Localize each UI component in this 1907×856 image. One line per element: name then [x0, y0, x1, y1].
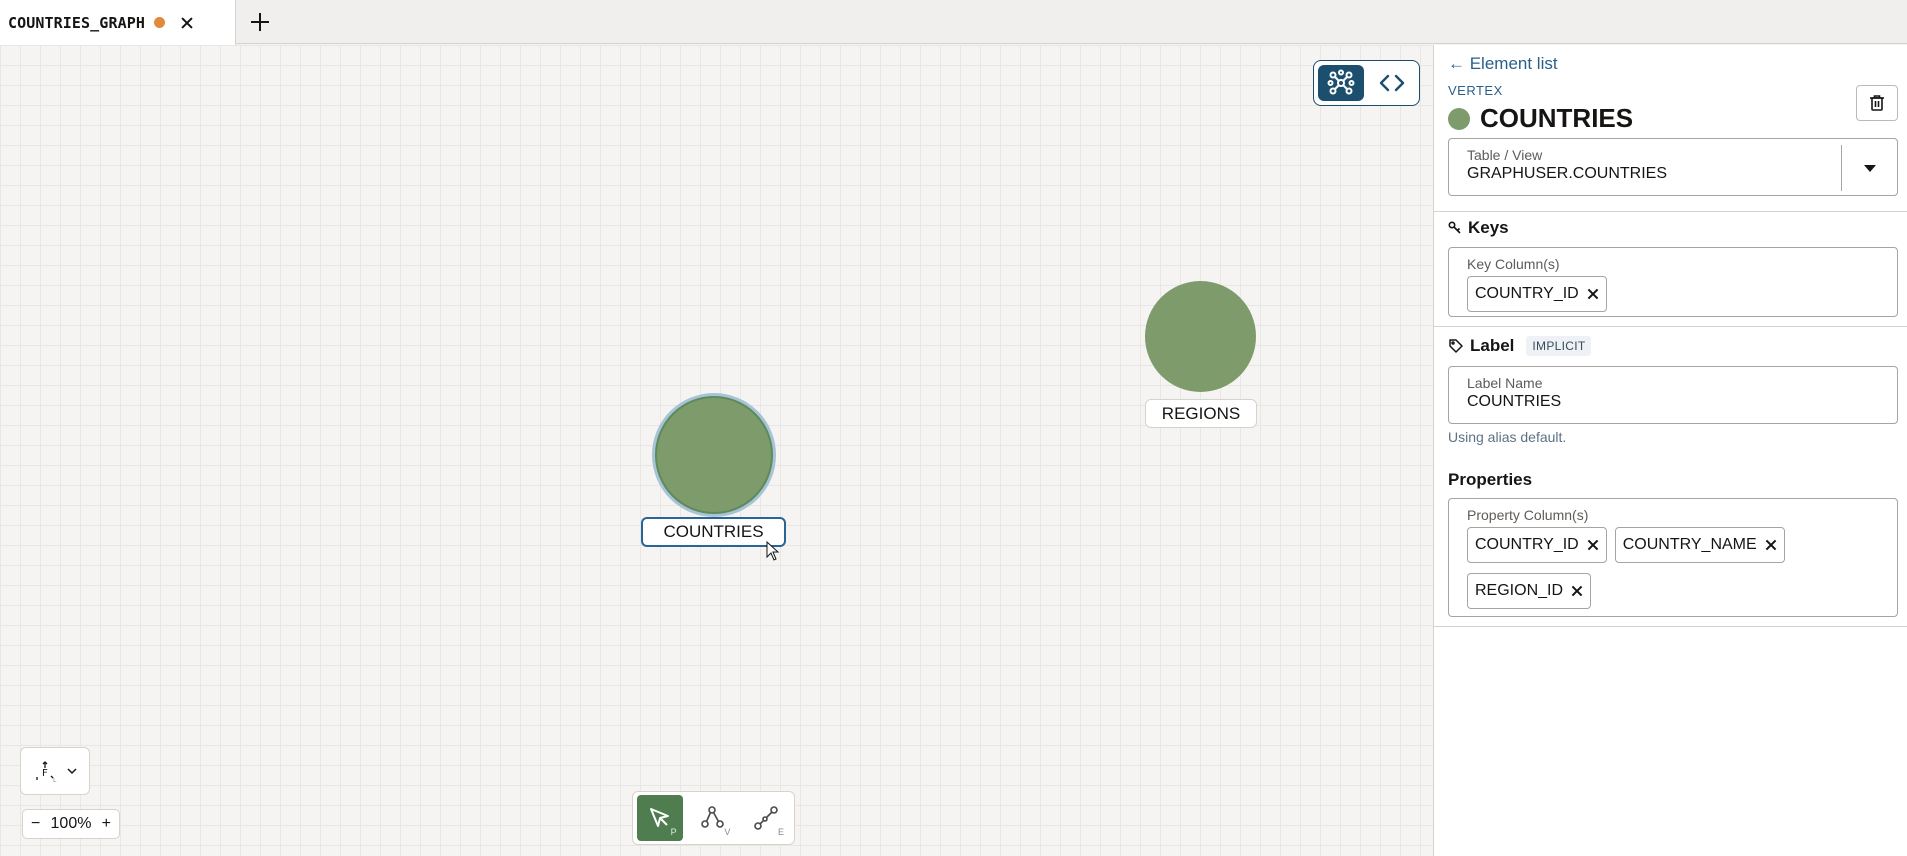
zoom-out-button[interactable]: −: [31, 815, 40, 833]
graph-network-icon: [1327, 69, 1355, 95]
label-name-label: Label Name: [1467, 375, 1543, 391]
remove-chip-icon[interactable]: [1587, 539, 1599, 551]
vertex-regions[interactable]: [1145, 281, 1256, 392]
vertex-label-regions[interactable]: REGIONS: [1145, 399, 1257, 428]
zoom-level: 100%: [50, 815, 92, 832]
divider: [1434, 626, 1907, 627]
vertex-shortcut: V: [724, 827, 731, 837]
vertex-tool-button[interactable]: V: [691, 795, 737, 841]
property-columns-chips: COUNTRY_ID COUNTRY_NAME REGION_ID: [1467, 527, 1887, 609]
label-heading: Label IMPLICIT: [1448, 336, 1592, 356]
svg-text:F: F: [42, 768, 48, 779]
zoom-control: − 100% +: [22, 809, 120, 839]
property-chip-country-id: COUNTRY_ID: [1467, 527, 1607, 563]
layout-menu-button[interactable]: F L: [20, 747, 90, 795]
key-chip-country-id: COUNTRY_ID: [1467, 276, 1607, 312]
label-hint: Using alias default.: [1448, 429, 1567, 445]
svg-text:L: L: [53, 777, 57, 783]
tab-title: COUNTRIES_GRAPH: [8, 13, 145, 32]
key-icon: [1448, 221, 1461, 234]
properties-heading: Properties: [1448, 470, 1532, 490]
key-columns-field[interactable]: Key Column(s) COUNTRY_ID: [1448, 247, 1898, 317]
graph-view-button[interactable]: [1318, 65, 1364, 101]
divider: [1434, 326, 1907, 327]
label-name-value: COUNTRIES: [1467, 393, 1562, 410]
chevron-down-icon: [67, 768, 77, 775]
delete-element-button[interactable]: [1856, 85, 1898, 121]
edit-toolbar: P V E: [632, 791, 795, 845]
code-view-button[interactable]: [1370, 65, 1416, 101]
key-columns-label: Key Column(s): [1467, 256, 1560, 272]
tab-countries-graph[interactable]: COUNTRIES_GRAPH: [0, 0, 236, 45]
mouse-pointer-icon: [766, 541, 780, 561]
add-edge-icon: [754, 806, 778, 830]
vertex-color-icon: [1448, 107, 1470, 130]
label-name-field[interactable]: Label Name COUNTRIES: [1448, 366, 1898, 424]
graph-canvas[interactable]: COUNTRIES REGIONS F L − 100% + P V E: [0, 45, 1433, 856]
element-list-link[interactable]: ← Element list: [1448, 54, 1558, 74]
property-chip-region-id: REGION_ID: [1467, 573, 1592, 609]
remove-chip-icon[interactable]: [1765, 539, 1777, 551]
pointer-shortcut: P: [670, 827, 677, 837]
new-tab-button[interactable]: [248, 10, 272, 34]
caret-down-icon: [1863, 164, 1876, 172]
zoom-in-button[interactable]: +: [102, 815, 111, 833]
property-columns-label: Property Column(s): [1467, 507, 1589, 523]
pointer-icon: [649, 808, 669, 827]
keys-heading: Keys: [1448, 218, 1509, 238]
unsaved-indicator-icon: [153, 17, 165, 28]
property-chip-country-name: COUNTRY_NAME: [1614, 527, 1785, 563]
chip-label: COUNTRY_ID: [1475, 536, 1579, 553]
chip-label: COUNTRY_ID: [1475, 285, 1579, 302]
label-heading-text: Label: [1470, 336, 1515, 355]
implicit-badge: IMPLICIT: [1526, 336, 1592, 356]
table-view-dropdown-button[interactable]: [1841, 145, 1897, 191]
element-name: COUNTRIES: [1480, 103, 1634, 133]
table-view-select[interactable]: Table / View GRAPHUSER.COUNTRIES: [1448, 138, 1898, 196]
code-icon: [1380, 74, 1405, 92]
vertex-label-countries[interactable]: COUNTRIES: [641, 517, 786, 547]
properties-heading-text: Properties: [1448, 470, 1533, 489]
divider: [1434, 211, 1907, 212]
trash-icon: [1870, 95, 1884, 111]
view-toggle: [1313, 60, 1420, 106]
tag-icon: [1449, 339, 1463, 353]
vertex-countries[interactable]: [655, 396, 773, 514]
keys-heading-text: Keys: [1468, 218, 1509, 237]
tab-bar: COUNTRIES_GRAPH: [0, 0, 1907, 45]
remove-chip-icon[interactable]: [1571, 585, 1583, 597]
element-title: COUNTRIES: [1448, 103, 1633, 134]
remove-chip-icon[interactable]: [1587, 288, 1599, 300]
chip-label: COUNTRY_NAME: [1622, 536, 1757, 553]
pointer-tool-button[interactable]: P: [637, 795, 683, 841]
properties-panel: ← Element list VERTEX COUNTRIES Table / …: [1433, 45, 1907, 856]
element-kind: VERTEX: [1448, 83, 1503, 98]
add-vertex-icon: [700, 806, 724, 828]
edge-shortcut: E: [778, 827, 785, 837]
chip-label: REGION_ID: [1475, 582, 1564, 599]
close-tab-icon[interactable]: [178, 14, 196, 32]
table-view-value: GRAPHUSER.COUNTRIES: [1467, 165, 1668, 182]
table-view-label: Table / View: [1467, 147, 1543, 163]
layout-icon: F L: [36, 761, 57, 783]
edge-tool-button[interactable]: E: [744, 795, 790, 841]
property-columns-field[interactable]: Property Column(s) COUNTRY_ID COUNTRY_NA…: [1448, 498, 1898, 617]
key-columns-chips: COUNTRY_ID: [1467, 276, 1887, 312]
